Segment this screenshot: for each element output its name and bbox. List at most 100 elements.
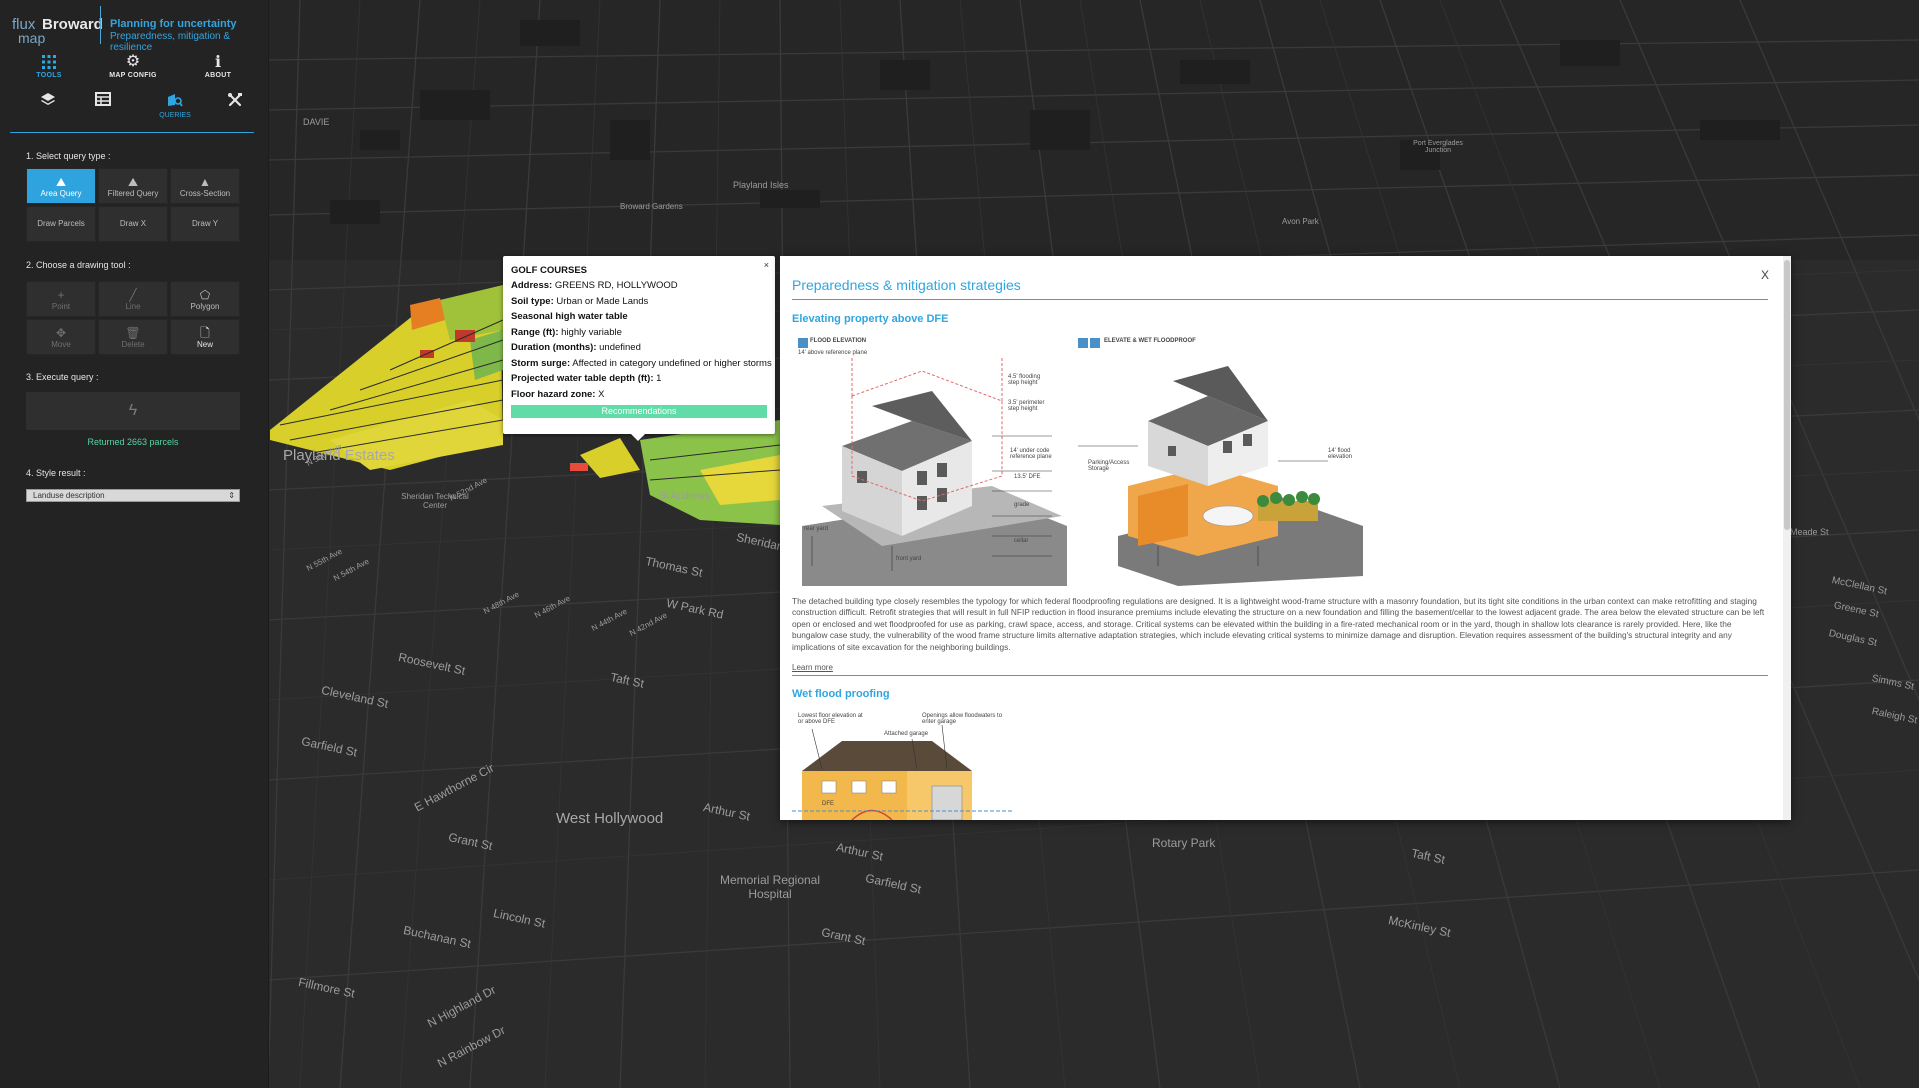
draw-x-button[interactable]: Draw X xyxy=(98,206,168,242)
step4-label: 4. Style result : xyxy=(26,468,86,478)
app-title: Planning for uncertainty xyxy=(110,18,237,30)
cross-section-label: Cross-Section xyxy=(179,189,231,198)
popup-row-value: Affected in category undefined or higher… xyxy=(572,358,772,369)
illus-caption: ELEVATE & WET FLOODPROOF xyxy=(1104,338,1196,344)
nav-map-config[interactable]: ⚙ MAP CONFIG xyxy=(98,52,168,79)
popup-row-value: X xyxy=(598,389,605,400)
map-label: Meade St xyxy=(1790,527,1829,537)
popup-row-key: Projected water table depth (ft): xyxy=(511,373,654,384)
popup-title: GOLF COURSES xyxy=(511,265,588,276)
brand-map: map xyxy=(18,30,46,46)
point-tool-label: Point xyxy=(51,302,71,311)
line-icon: ╱ xyxy=(129,288,137,302)
illus-caption: 4.5' flooding step height xyxy=(1008,374,1041,386)
gear-icon: ⚙ xyxy=(125,53,141,70)
divider xyxy=(792,675,1768,676)
plus-icon: + xyxy=(57,288,65,302)
modal-scrollbar[interactable] xyxy=(1783,256,1791,820)
new-file-icon: 🗋 xyxy=(200,326,210,340)
popup-row-key: Address: xyxy=(511,280,553,291)
query-icon xyxy=(145,92,205,112)
popup-row-value: highly variable xyxy=(561,327,622,338)
map-label: West Hollywood xyxy=(556,810,664,827)
draw-parcels-button[interactable]: Draw Parcels xyxy=(26,206,96,242)
learn-more-link[interactable]: Learn more xyxy=(792,663,833,672)
delete-tool-button[interactable]: 🗑 Delete xyxy=(98,319,168,355)
chevron-updown-icon: ⇕ xyxy=(228,491,235,500)
top-nav: TOOLS ⚙ MAP CONFIG i ABOUT xyxy=(0,52,268,86)
layers-icon xyxy=(18,92,78,112)
execute-query-button[interactable]: ϟ xyxy=(26,392,240,430)
popup-row: Projected water table depth (ft): 1 xyxy=(511,373,661,384)
nav-tools-label: TOOLS xyxy=(36,72,62,79)
step3-label: 3. Execute query : xyxy=(26,372,99,382)
draw-y-button[interactable]: Draw Y xyxy=(170,206,240,242)
strategies-modal: X Preparedness & mitigation strategies E… xyxy=(780,256,1791,820)
sub-nav: QUERIES xyxy=(10,92,254,133)
elevate-wet-floodproof-illustration: ELEVATE & WET FLOODPROOF Parking/Access … xyxy=(1078,336,1363,586)
area-query-label: Area Query xyxy=(40,189,82,198)
illus-caption: DFE xyxy=(822,801,834,807)
style-result-select[interactable]: Landuse description ⇕ xyxy=(26,489,240,502)
illus-caption: Attached garage xyxy=(884,731,929,737)
move-tool-button[interactable]: ✥ Move xyxy=(26,319,96,355)
move-icon: ✥ xyxy=(55,326,67,340)
brand-divider xyxy=(100,6,101,44)
recommendations-button[interactable]: Recommendations xyxy=(511,405,767,418)
line-tool-label: Line xyxy=(125,302,141,311)
brand-logo: flux Broward map xyxy=(12,12,103,46)
illus-caption: 3.5' perimeter step height xyxy=(1008,400,1045,412)
table-icon xyxy=(73,92,133,112)
popup-row: Seasonal high water table xyxy=(511,311,628,322)
illus-caption: Openings allow floodwaters to enter gara… xyxy=(922,713,1003,725)
polygon-tool-button[interactable]: ⬠ Polygon xyxy=(170,281,240,317)
modal-scrollbar-thumb[interactable] xyxy=(1784,260,1790,530)
popup-pointer xyxy=(631,434,645,441)
area-query-icon: ⛰ xyxy=(55,175,67,189)
nav-about-label: ABOUT xyxy=(204,72,232,79)
section-elevating-title: Elevating property above DFE xyxy=(792,313,949,325)
point-tool-button[interactable]: + Point xyxy=(26,281,96,317)
info-icon: i xyxy=(214,52,222,71)
popup-row: Duration (months): undefined xyxy=(511,342,641,353)
app-subtitle: Preparedness, mitigation & resilience xyxy=(110,31,231,53)
map-label: Avon Park xyxy=(1282,217,1319,226)
area-query-button[interactable]: ⛰ Area Query xyxy=(26,168,96,204)
map-label: Rotary Park xyxy=(1152,836,1216,850)
polygon-tool-label: Polygon xyxy=(190,302,220,311)
filtered-query-label: Filtered Query xyxy=(107,189,159,198)
filtered-query-button[interactable]: ⛰ Filtered Query xyxy=(98,168,168,204)
line-tool-button[interactable]: ╱ Line xyxy=(98,281,168,317)
nav-about[interactable]: i ABOUT xyxy=(183,52,253,79)
popup-row: Address: GREENS RD, HOLLYWOOD xyxy=(511,280,678,291)
illus-caption: Lowest floor elevation at or above DFE xyxy=(798,713,863,725)
map-label: Broward Gardens xyxy=(620,202,683,211)
illus-caption: FLOOD ELEVATION xyxy=(810,338,867,344)
sidebar: flux Broward map Planning for uncertaint… xyxy=(0,0,269,1088)
subnav-table[interactable] xyxy=(73,92,133,112)
delete-tool-label: Delete xyxy=(121,340,145,349)
parcel-popup: × GOLF COURSES Address: GREENS RD, HOLLY… xyxy=(503,256,775,441)
illus-caption: cellar xyxy=(1014,538,1029,544)
new-tool-button[interactable]: 🗋 New xyxy=(170,319,240,355)
illus-caption: rear yard xyxy=(804,526,829,532)
polygon-icon: ⬠ xyxy=(199,288,211,302)
subnav-tools[interactable] xyxy=(205,92,265,112)
close-icon[interactable]: × xyxy=(764,260,769,270)
subnav-layers[interactable] xyxy=(18,92,78,112)
returned-count: Returned 2663 parcels xyxy=(87,437,179,447)
move-tool-label: Move xyxy=(51,340,71,349)
popup-row-key: Duration (months): xyxy=(511,342,597,353)
nav-map-config-label: MAP CONFIG xyxy=(109,72,157,79)
cross-section-icon: ▲ xyxy=(199,175,211,189)
step1-label: 1. Select query type : xyxy=(26,151,111,161)
cross-section-button[interactable]: ▲ Cross-Section xyxy=(170,168,240,204)
illus-caption: 14' under code reference plane xyxy=(1010,448,1052,460)
popup-row: Storm surge: Affected in category undefi… xyxy=(511,358,772,369)
subnav-queries[interactable]: QUERIES xyxy=(145,92,205,119)
popup-row-key: Seasonal high water table xyxy=(511,311,628,322)
popup-row: Soil type: Urban or Made Lands xyxy=(511,296,648,307)
modal-close-button[interactable]: X xyxy=(1761,268,1769,282)
nav-tools[interactable]: TOOLS xyxy=(14,52,84,79)
popup-row-key: Floor hazard zone: xyxy=(511,389,596,400)
